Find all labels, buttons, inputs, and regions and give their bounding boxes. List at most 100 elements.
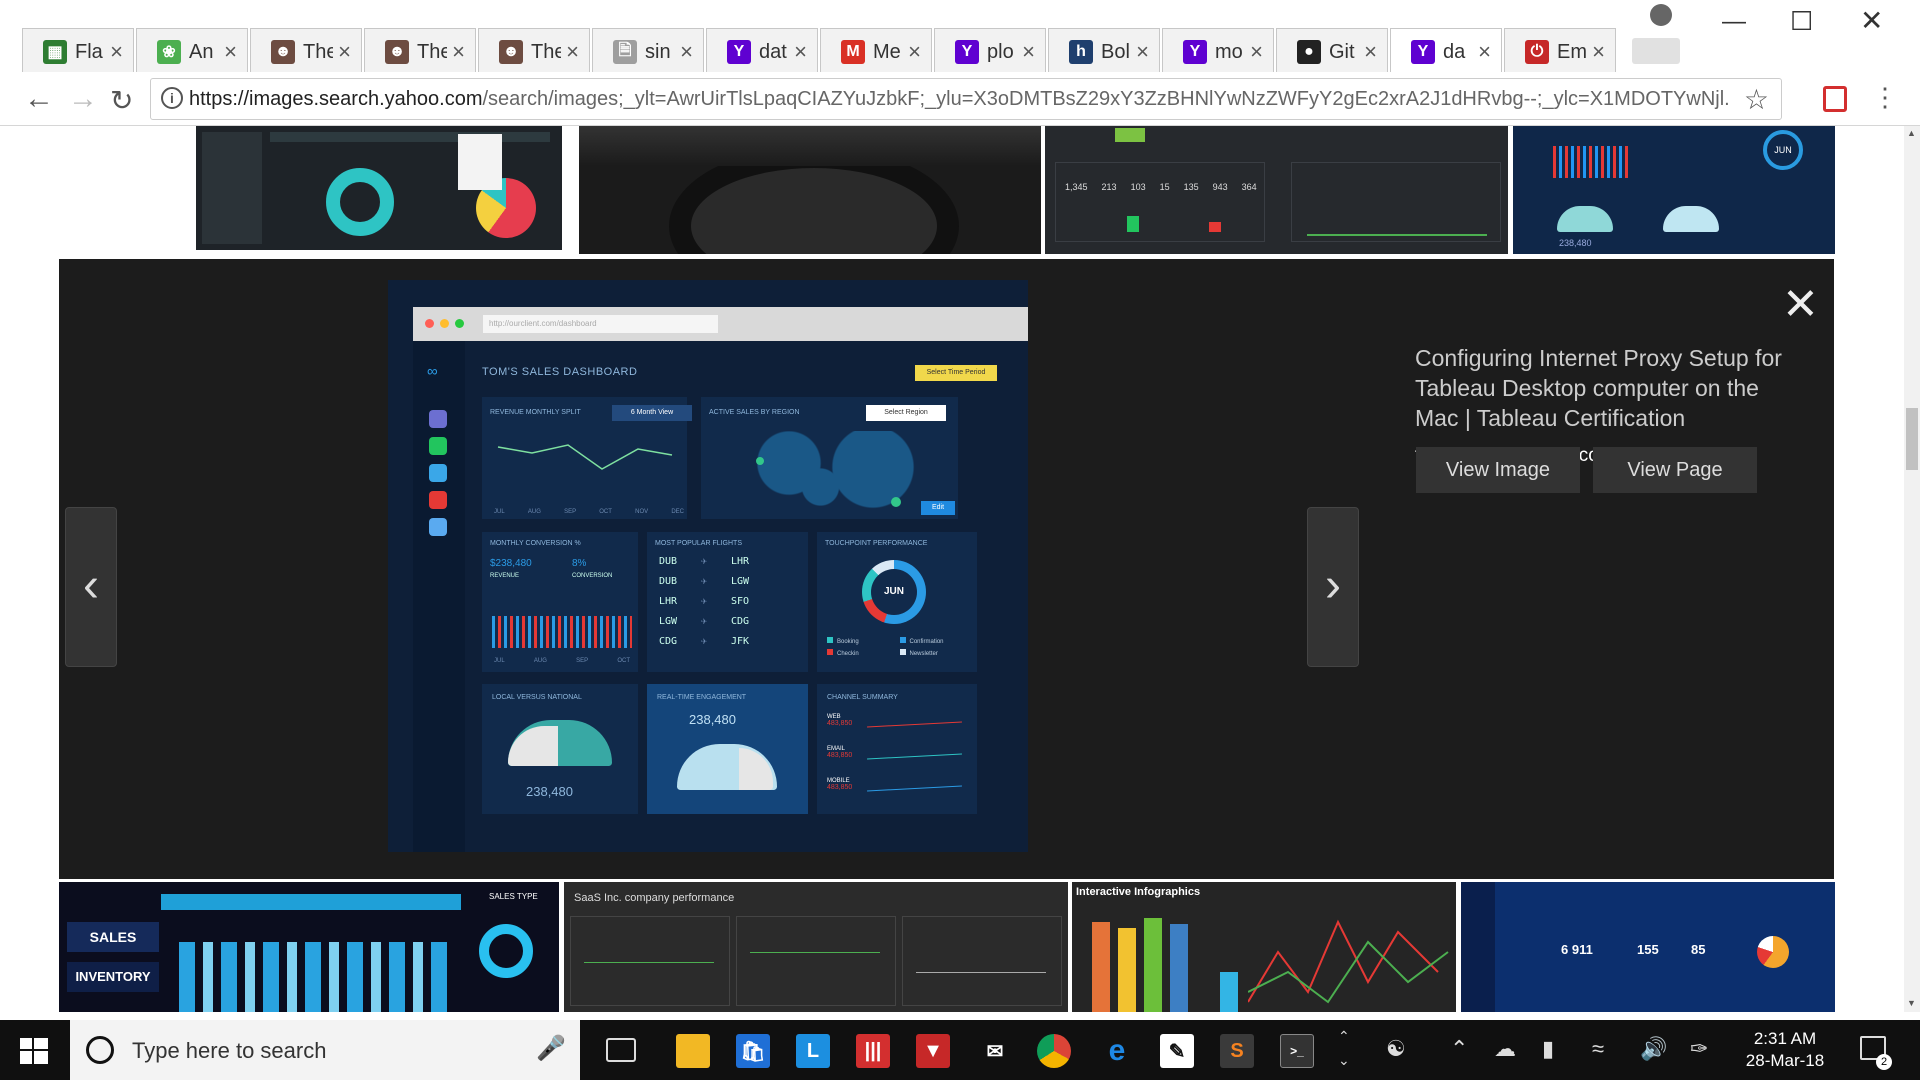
store-icon[interactable]: 🛍: [736, 1034, 770, 1068]
chrome-icon[interactable]: [1037, 1034, 1071, 1068]
next-arrow-button[interactable]: ›: [1307, 507, 1359, 667]
close-window-button[interactable]: ✕: [1860, 4, 1883, 37]
minimize-button[interactable]: —: [1722, 8, 1746, 36]
volume-icon[interactable]: 🔊: [1640, 1036, 1667, 1062]
file-explorer-icon[interactable]: [676, 1034, 710, 1068]
view-page-button[interactable]: View Page: [1593, 447, 1757, 493]
reload-button[interactable]: ↻: [110, 84, 133, 117]
browser-tab[interactable]: ☻ The ×: [250, 28, 362, 72]
flight-row: DUB ✈ LGW: [659, 576, 749, 587]
maximize-button[interactable]: ☐: [1790, 6, 1813, 37]
browser-tab[interactable]: h Bol ×: [1048, 28, 1160, 72]
close-tab-icon[interactable]: ×: [452, 39, 465, 65]
browser-tab[interactable]: Ydat ×: [706, 28, 818, 72]
notification-count: 2: [1876, 1054, 1892, 1070]
month-label: JUL: [494, 509, 505, 515]
close-tab-icon[interactable]: ×: [794, 39, 807, 65]
search-results-page: 1,345 213 103 15 135 943 364 JUN 238,480 ‹ › ✕: [0, 126, 1904, 1012]
month-label: SEP: [576, 658, 589, 664]
info-icon[interactable]: i: [161, 87, 183, 109]
taskbar-search[interactable]: Type here to search 🎤: [70, 1020, 580, 1080]
close-viewer-button[interactable]: ✕: [1782, 279, 1819, 330]
mcafee-icon[interactable]: ▼: [916, 1034, 950, 1068]
browser-tab[interactable]: ☻ The ×: [364, 28, 476, 72]
close-tab-icon[interactable]: ×: [1250, 39, 1263, 65]
tab-title: Em: [1557, 41, 1587, 63]
onedrive-icon[interactable]: ☁: [1494, 1036, 1516, 1062]
previous-arrow-button[interactable]: ‹: [65, 507, 117, 667]
battery-icon[interactable]: ▮: [1542, 1036, 1554, 1062]
thumbnail-result[interactable]: 1,345 213 103 15 135 943 364: [1045, 126, 1508, 254]
close-tab-icon[interactable]: ×: [1364, 39, 1377, 65]
back-button[interactable]: ←: [24, 82, 54, 116]
browser-tab[interactable]: Ymo ×: [1162, 28, 1274, 72]
github-icon: ●: [1297, 40, 1321, 64]
browser-tab[interactable]: ▦ Fla ×: [22, 28, 134, 72]
address-bar[interactable]: i https://images.search.yahoo.com/search…: [150, 78, 1782, 120]
browser-tab[interactable]: ☻ The ×: [478, 28, 590, 72]
thumbnail-result[interactable]: 6 911 155 85: [1461, 882, 1835, 1012]
system-clock[interactable]: 2:31 AM 28-Mar-18: [1740, 1028, 1830, 1072]
browser-tab[interactable]: ❀ An ×: [136, 28, 248, 72]
menu-icon[interactable]: ⋮: [1872, 82, 1898, 113]
gmail-icon: M: [841, 40, 865, 64]
taskbar-scroll-icon[interactable]: ⌃ ⌄: [1338, 1024, 1350, 1072]
extension-icon[interactable]: [1823, 86, 1847, 112]
close-tab-icon[interactable]: ×: [680, 39, 693, 65]
task-view-icon[interactable]: [606, 1038, 636, 1062]
browser-tab[interactable]: M Me ×: [820, 28, 932, 72]
flight-from: CDG: [659, 636, 678, 647]
mail-icon[interactable]: ✉: [978, 1034, 1012, 1068]
close-tab-icon[interactable]: ×: [1022, 39, 1035, 65]
terminal-icon[interactable]: >_: [1280, 1034, 1314, 1068]
thumbnail-result[interactable]: [196, 126, 562, 250]
windows-start-icon[interactable]: [20, 1038, 48, 1064]
notes-icon[interactable]: ✎: [1160, 1034, 1194, 1068]
close-tab-icon[interactable]: ×: [908, 39, 921, 65]
browser-tab[interactable]: Yplo ×: [934, 28, 1046, 72]
tab-title: The: [531, 41, 561, 63]
app-red-icon[interactable]: |||: [856, 1034, 890, 1068]
browser-tab[interactable]: 🗎 sin ×: [592, 28, 704, 72]
sublime-icon[interactable]: S: [1220, 1034, 1254, 1068]
thumbnail-result[interactable]: JUN 238,480: [1513, 126, 1835, 254]
close-tab-icon[interactable]: ×: [224, 39, 237, 65]
flight-row: DUB ✈ LHR: [659, 556, 749, 567]
bookmark-star-icon[interactable]: ☆: [1744, 83, 1769, 116]
microphone-icon[interactable]: 🎤: [536, 1034, 566, 1063]
pen-icon[interactable]: ✑: [1690, 1036, 1708, 1062]
thumbnail-result[interactable]: SALES INVENTORY SALES TYPE: [59, 882, 559, 1012]
month-label: AUG: [527, 509, 541, 515]
lync-icon[interactable]: L: [796, 1034, 830, 1068]
wifi-icon[interactable]: ≈: [1592, 1036, 1604, 1062]
image-title[interactable]: Configuring Internet Proxy Setup for Tab…: [1415, 343, 1795, 433]
close-tab-icon[interactable]: ×: [338, 39, 351, 65]
search-placeholder: Type here to search: [132, 1038, 327, 1063]
thumbnail-result[interactable]: [579, 126, 1041, 254]
scrollbar-thumb[interactable]: [1906, 408, 1918, 470]
preview-image[interactable]: http://ourclient.com/dashboard ∞ TOM'S S…: [388, 280, 1028, 852]
person-icon: ☻: [385, 40, 409, 64]
browser-tab[interactable]: Yda ×: [1390, 28, 1502, 72]
show-hidden-icons[interactable]: ⌃: [1450, 1036, 1468, 1062]
image-viewer: ‹ › ✕ http://ourclient.com/dashboard ∞ T…: [59, 259, 1834, 879]
thumbnail-result[interactable]: SaaS Inc. company performance: [564, 882, 1068, 1012]
browser-tab[interactable]: ⏻ Em ×: [1504, 28, 1616, 72]
page-scrollbar[interactable]: ▲ ▼: [1904, 126, 1920, 1012]
thumbnail-result[interactable]: Interactive Infographics: [1072, 882, 1456, 1012]
month-label: JUL: [494, 658, 505, 664]
browser-tab[interactable]: ● Git ×: [1276, 28, 1388, 72]
profile-icon[interactable]: [1650, 4, 1672, 26]
close-tab-icon[interactable]: ×: [1478, 39, 1491, 65]
new-tab-button[interactable]: [1632, 38, 1680, 64]
people-icon[interactable]: ☯: [1386, 1036, 1406, 1062]
view-image-button[interactable]: View Image: [1416, 447, 1580, 493]
internet-explorer-icon[interactable]: e: [1100, 1034, 1134, 1068]
forward-button[interactable]: →: [68, 82, 98, 116]
grid-icon: ▦: [43, 40, 67, 64]
yahoo-icon: Y: [955, 40, 979, 64]
close-tab-icon[interactable]: ×: [110, 39, 123, 65]
close-tab-icon[interactable]: ×: [566, 39, 579, 65]
close-tab-icon[interactable]: ×: [1592, 39, 1605, 65]
close-tab-icon[interactable]: ×: [1136, 39, 1149, 65]
